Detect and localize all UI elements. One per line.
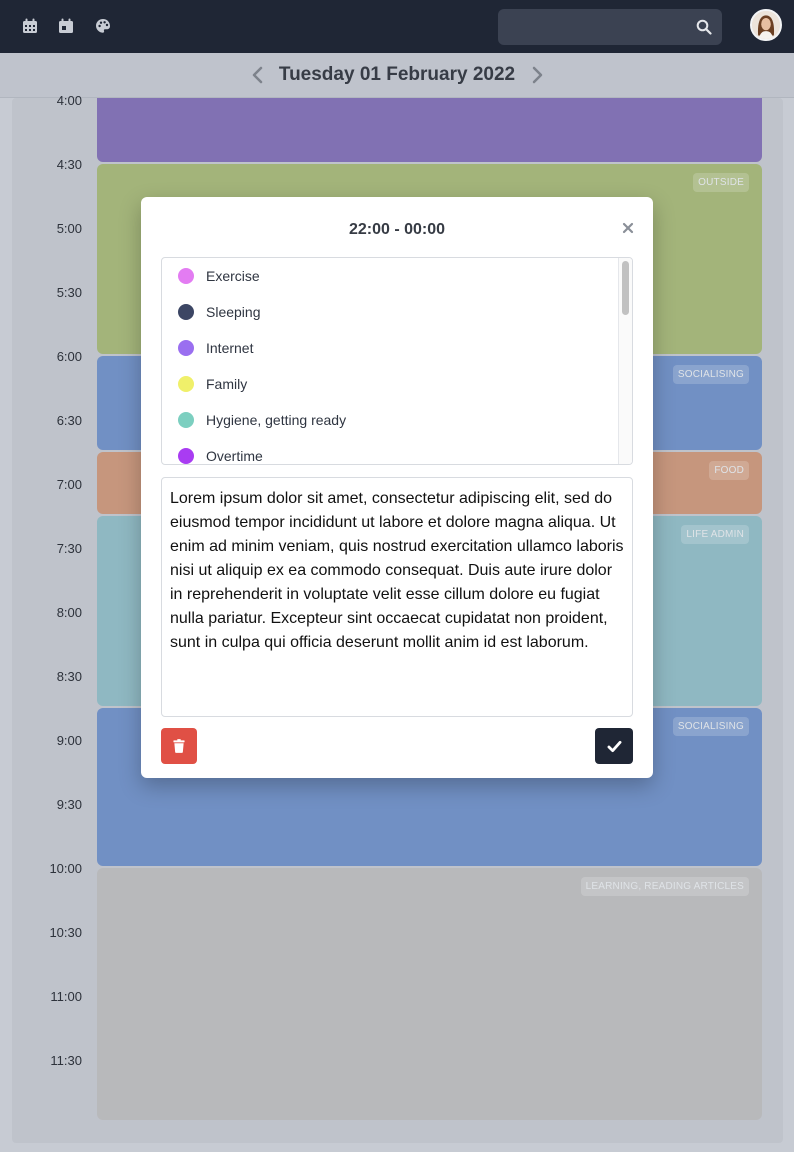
time-label: 8:30 <box>56 669 82 684</box>
category-item[interactable]: Sleeping <box>162 294 617 330</box>
edit-event-modal: 22:00 - 00:00 Exercise Sleeping Internet… <box>141 197 653 778</box>
category-item[interactable]: Overtime <box>162 438 617 464</box>
time-label: 5:00 <box>56 221 82 236</box>
category-label: Internet <box>206 340 254 356</box>
time-label: 6:00 <box>56 349 82 364</box>
category-color-dot <box>178 412 194 428</box>
date-header: Tuesday 01 February 2022 <box>0 53 794 98</box>
check-icon <box>607 740 621 752</box>
category-label: Sleeping <box>206 304 261 320</box>
category-list-scrollbar[interactable] <box>618 258 632 464</box>
calendar-day-icon[interactable] <box>57 17 75 35</box>
category-label: Family <box>206 376 248 392</box>
chevron-right-icon[interactable] <box>529 66 545 84</box>
time-label: 10:30 <box>49 925 82 940</box>
category-item[interactable]: Exercise <box>162 258 617 294</box>
time-label: 8:00 <box>56 605 82 620</box>
time-label: 5:30 <box>56 285 82 300</box>
event-block[interactable]: LEARNING, READING ARTICLES <box>97 868 762 1120</box>
category-label: Exercise <box>206 268 260 284</box>
event-category-tag: SOCIALISING <box>672 365 749 384</box>
search-input[interactable] <box>498 9 688 45</box>
category-item[interactable]: Internet <box>162 330 617 366</box>
scrollbar-thumb[interactable] <box>622 261 629 315</box>
category-item[interactable]: Hygiene, getting ready <box>162 402 617 438</box>
category-color-dot <box>178 448 194 464</box>
category-color-dot <box>178 376 194 392</box>
top-navbar <box>0 0 794 53</box>
time-label: 6:30 <box>56 413 82 428</box>
event-category-tag: OUTSIDE <box>693 173 749 192</box>
time-label: 11:30 <box>50 1053 82 1068</box>
event-block[interactable] <box>97 98 762 162</box>
search-icon[interactable] <box>696 19 712 35</box>
category-item[interactable]: Family <box>162 366 617 402</box>
trash-icon <box>173 739 185 753</box>
time-label: 9:30 <box>56 797 82 812</box>
event-category-tag: SOCIALISING <box>672 717 749 736</box>
modal-title: 22:00 - 00:00 <box>348 221 446 238</box>
time-label: 7:30 <box>56 541 82 556</box>
notes-textarea[interactable]: Lorem ipsum dolor sit amet, consectetur … <box>161 477 633 717</box>
category-label: Hygiene, getting ready <box>206 412 347 428</box>
search-box[interactable] <box>498 9 722 45</box>
time-label: 7:00 <box>56 477 82 492</box>
event-category-tag: FOOD <box>709 461 749 480</box>
event-category-tag: LEARNING, READING ARTICLES <box>580 877 749 896</box>
time-label: 4:30 <box>56 157 82 172</box>
time-label: 9:00 <box>56 733 82 748</box>
category-list[interactable]: Exercise Sleeping Internet Family Hygien… <box>161 257 633 465</box>
calendar-month-icon[interactable] <box>21 17 39 35</box>
delete-button[interactable] <box>161 728 197 764</box>
avatar[interactable] <box>750 9 782 41</box>
time-label: 11:00 <box>50 989 82 1004</box>
event-category-tag: LIFE ADMIN <box>681 525 749 544</box>
category-color-dot <box>178 340 194 356</box>
page-title: Tuesday 01 February 2022 <box>278 64 516 85</box>
confirm-button[interactable] <box>595 728 633 764</box>
category-color-dot <box>178 268 194 284</box>
time-label: 10:00 <box>49 861 82 876</box>
time-label: 4:00 <box>56 93 82 108</box>
category-color-dot <box>178 304 194 320</box>
category-label: Overtime <box>206 448 263 464</box>
close-icon[interactable] <box>621 221 635 235</box>
palette-icon[interactable] <box>94 17 112 35</box>
